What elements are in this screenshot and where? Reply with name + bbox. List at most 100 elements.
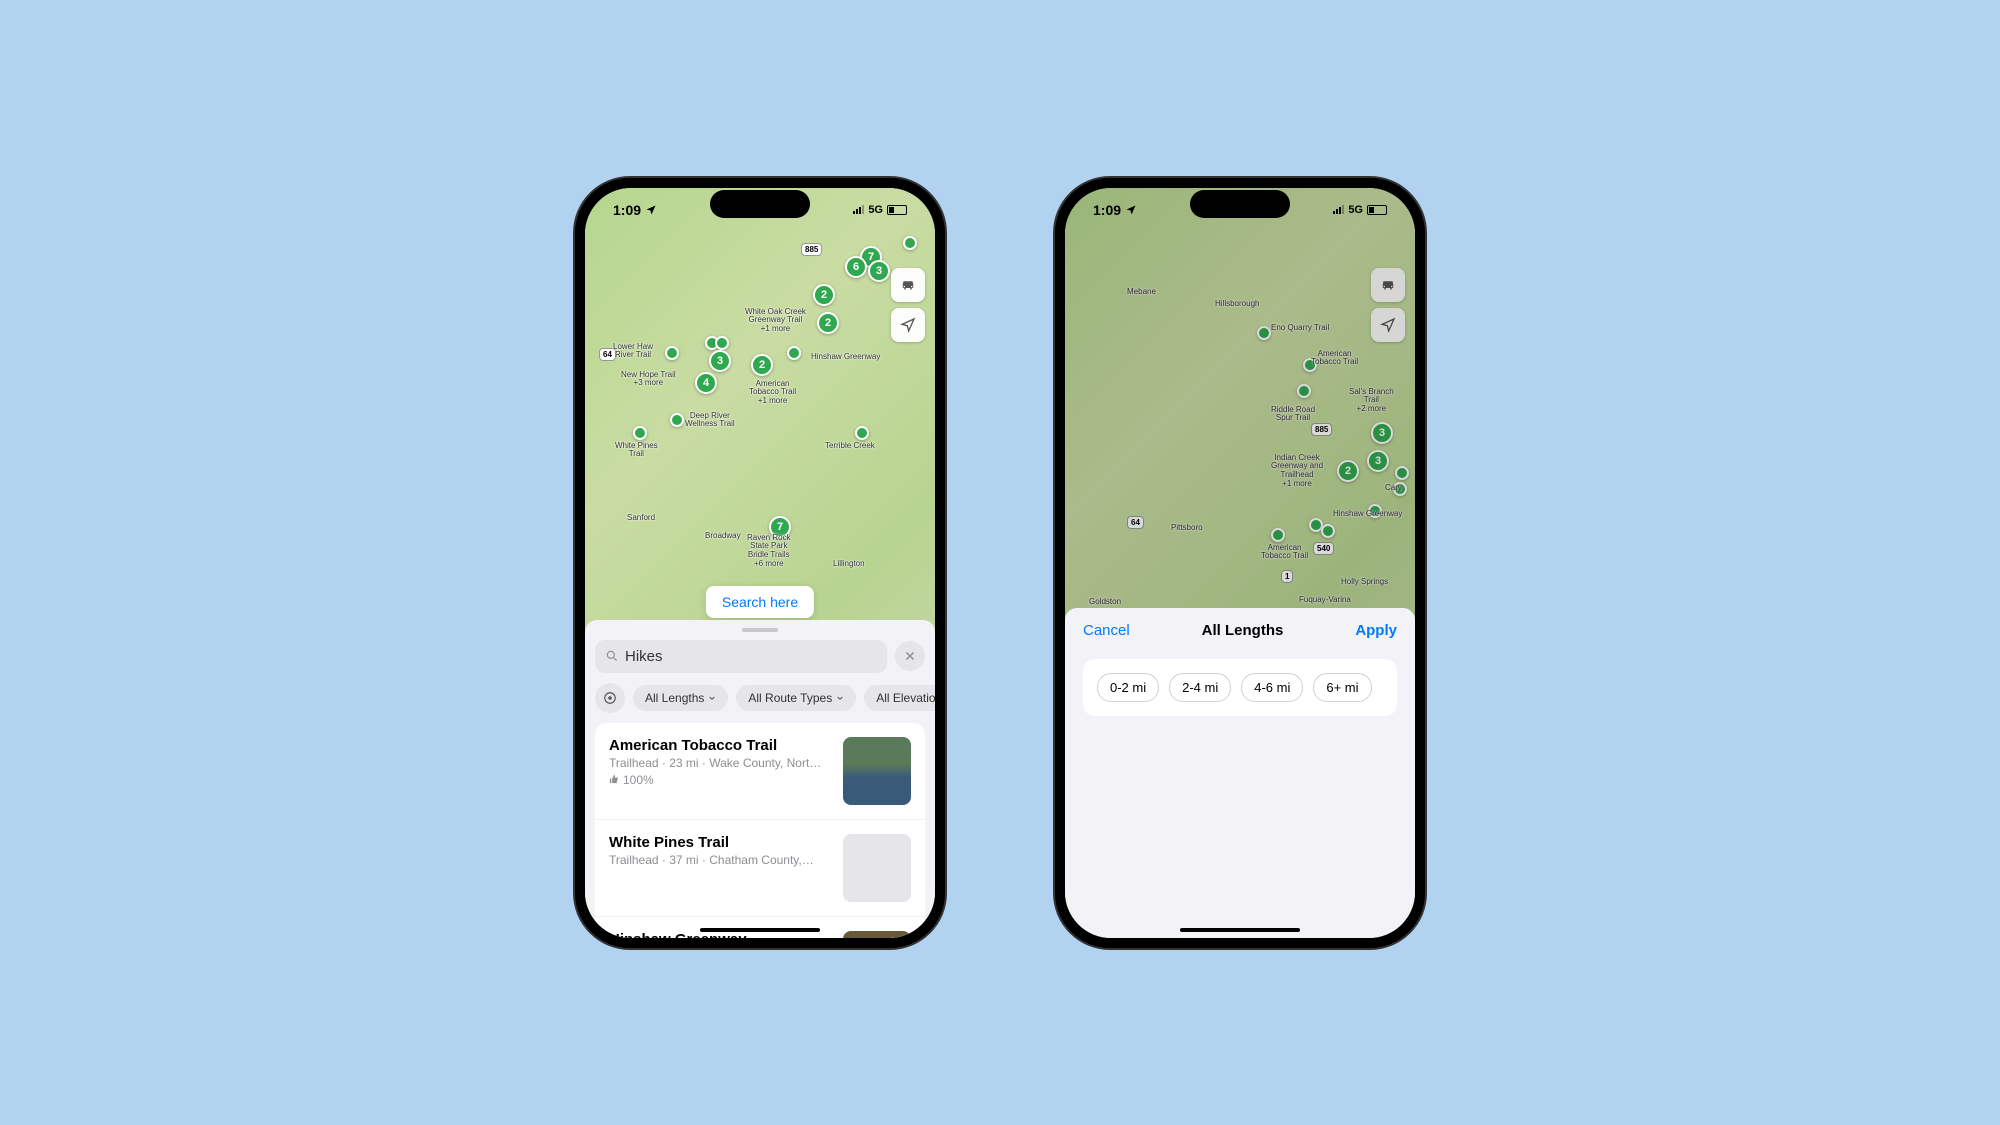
location-arrow-icon	[645, 204, 657, 216]
map-label: Eno Quarry Trail	[1271, 324, 1329, 333]
home-indicator[interactable]	[700, 928, 820, 932]
clear-search-button[interactable]	[895, 641, 925, 671]
search-input[interactable]: Hikes	[595, 640, 887, 673]
map-label: Goldston	[1089, 598, 1121, 607]
cell-signal-icon	[1333, 205, 1344, 214]
location-arrow-icon	[1125, 204, 1137, 216]
route-badge-885: 885	[1311, 423, 1332, 436]
cluster-pin[interactable]: 2	[813, 284, 835, 306]
trail-pin[interactable]	[903, 236, 917, 250]
result-subtitle: Trailhead · 23 mi · Wake County, Nort…	[609, 756, 831, 770]
sliders-icon	[603, 691, 617, 705]
trail-pin[interactable]	[1321, 524, 1335, 538]
map-label: Hinshaw Greenway	[1333, 510, 1402, 519]
trail-pin[interactable]	[1297, 384, 1311, 398]
trail-pin[interactable]	[855, 426, 869, 440]
status-time: 1:09	[1093, 202, 1121, 218]
cluster-pin[interactable]: 2	[1337, 460, 1359, 482]
results-sheet[interactable]: Hikes All Lengths All Route Types All El…	[585, 620, 935, 938]
trail-pin[interactable]	[1271, 528, 1285, 542]
trail-pin[interactable]	[670, 413, 684, 427]
cluster-pin[interactable]: 4	[695, 372, 717, 394]
result-title: Hinshaw Greenway	[609, 931, 831, 938]
car-icon	[899, 276, 917, 294]
filter-settings-button[interactable]	[595, 683, 625, 713]
map-label: White PinesTrail	[615, 442, 658, 460]
trail-pin[interactable]	[787, 346, 801, 360]
length-option[interactable]: 0-2 mi	[1097, 673, 1159, 702]
result-item[interactable]: American Tobacco Trail Trailhead · 23 mi…	[595, 723, 925, 820]
result-title: American Tobacco Trail	[609, 737, 831, 754]
cluster-pin[interactable]: 6	[845, 256, 867, 278]
cluster-pin[interactable]: 3	[868, 260, 890, 282]
route-badge-1: 1	[1281, 570, 1293, 583]
search-icon	[605, 649, 619, 663]
map-label: Deep RiverWellness Trail	[685, 412, 735, 430]
chevron-down-icon	[708, 694, 716, 702]
driving-mode-button[interactable]	[891, 268, 925, 302]
map-label: Lower HawRiver Trail	[613, 343, 653, 361]
thumbs-up-icon	[609, 774, 620, 785]
results-list: American Tobacco Trail Trailhead · 23 mi…	[595, 723, 925, 938]
battery-icon	[1367, 205, 1387, 215]
home-indicator[interactable]	[1180, 928, 1300, 932]
map-label: New Hope Trail+3 more	[621, 371, 676, 389]
trail-pin[interactable]	[633, 426, 647, 440]
locate-me-button[interactable]	[1371, 308, 1405, 342]
map-label: Sanford	[627, 514, 655, 523]
length-option[interactable]: 6+ mi	[1313, 673, 1371, 702]
length-options: 0-2 mi 2-4 mi 4-6 mi 6+ mi	[1083, 659, 1397, 716]
map-label: AmericanTobacco Trail	[1261, 544, 1308, 562]
cluster-pin[interactable]: 3	[709, 350, 731, 372]
cell-signal-icon	[853, 205, 864, 214]
navigation-arrow-icon	[1380, 317, 1396, 333]
network-label: 5G	[868, 204, 883, 216]
dynamic-island	[1190, 190, 1290, 218]
result-thumbnail	[843, 737, 911, 805]
phone-right: 1:09 5G 64 885 1 540 3 3 2	[1055, 178, 1425, 948]
network-label: 5G	[1348, 204, 1363, 216]
cluster-pin[interactable]: 3	[1371, 422, 1393, 444]
search-value: Hikes	[625, 648, 663, 665]
trail-pin[interactable]	[665, 346, 679, 360]
apply-button[interactable]: Apply	[1355, 622, 1397, 639]
map-label: Sal's BranchTrail+2 more	[1349, 388, 1394, 414]
search-here-button[interactable]: Search here	[706, 586, 814, 618]
route-badge-64: 64	[1127, 516, 1144, 529]
car-icon	[1379, 276, 1397, 294]
cluster-pin[interactable]: 2	[817, 312, 839, 334]
cluster-pin[interactable]: 2	[751, 354, 773, 376]
sheet-grabber[interactable]	[742, 628, 778, 632]
filter-elevation-chip[interactable]: All Elevation	[864, 685, 935, 711]
result-item[interactable]: White Pines Trail Trailhead · 37 mi · Ch…	[595, 820, 925, 917]
map-label: Hinshaw Greenway	[811, 353, 880, 362]
length-option[interactable]: 4-6 mi	[1241, 673, 1303, 702]
map-label: Terrible Creek	[825, 442, 875, 451]
map-label: Hillsborough	[1215, 300, 1259, 309]
map-label: Cary	[1385, 484, 1402, 493]
route-badge-540: 540	[1313, 542, 1334, 555]
close-icon	[904, 650, 916, 662]
filter-sheet-title: All Lengths	[1202, 622, 1284, 639]
trail-pin[interactable]	[1257, 326, 1271, 340]
filter-bar: All Lengths All Route Types All Elevatio…	[585, 683, 935, 723]
locate-me-button[interactable]	[891, 308, 925, 342]
length-option[interactable]: 2-4 mi	[1169, 673, 1231, 702]
trail-pin[interactable]	[1395, 466, 1409, 480]
filter-route-types-chip[interactable]: All Route Types	[736, 685, 856, 711]
cluster-pin[interactable]: 3	[1367, 450, 1389, 472]
screen-right: 1:09 5G 64 885 1 540 3 3 2	[1065, 188, 1415, 938]
length-filter-sheet: Cancel All Lengths Apply 0-2 mi 2-4 mi 4…	[1065, 608, 1415, 938]
result-thumbnail	[843, 834, 911, 902]
map-label: Holly Springs	[1341, 578, 1388, 587]
trail-pin[interactable]	[715, 336, 729, 350]
driving-mode-button[interactable]	[1371, 268, 1405, 302]
cancel-button[interactable]: Cancel	[1083, 622, 1130, 639]
filter-lengths-chip[interactable]: All Lengths	[633, 685, 728, 711]
map-label: Broadway	[705, 532, 741, 541]
result-title: White Pines Trail	[609, 834, 831, 851]
phone-left: 1:09 5G 64 885 7 6 3 2 2 3 2	[575, 178, 945, 948]
battery-icon	[887, 205, 907, 215]
dynamic-island	[710, 190, 810, 218]
map-label: Mebane	[1127, 288, 1156, 297]
